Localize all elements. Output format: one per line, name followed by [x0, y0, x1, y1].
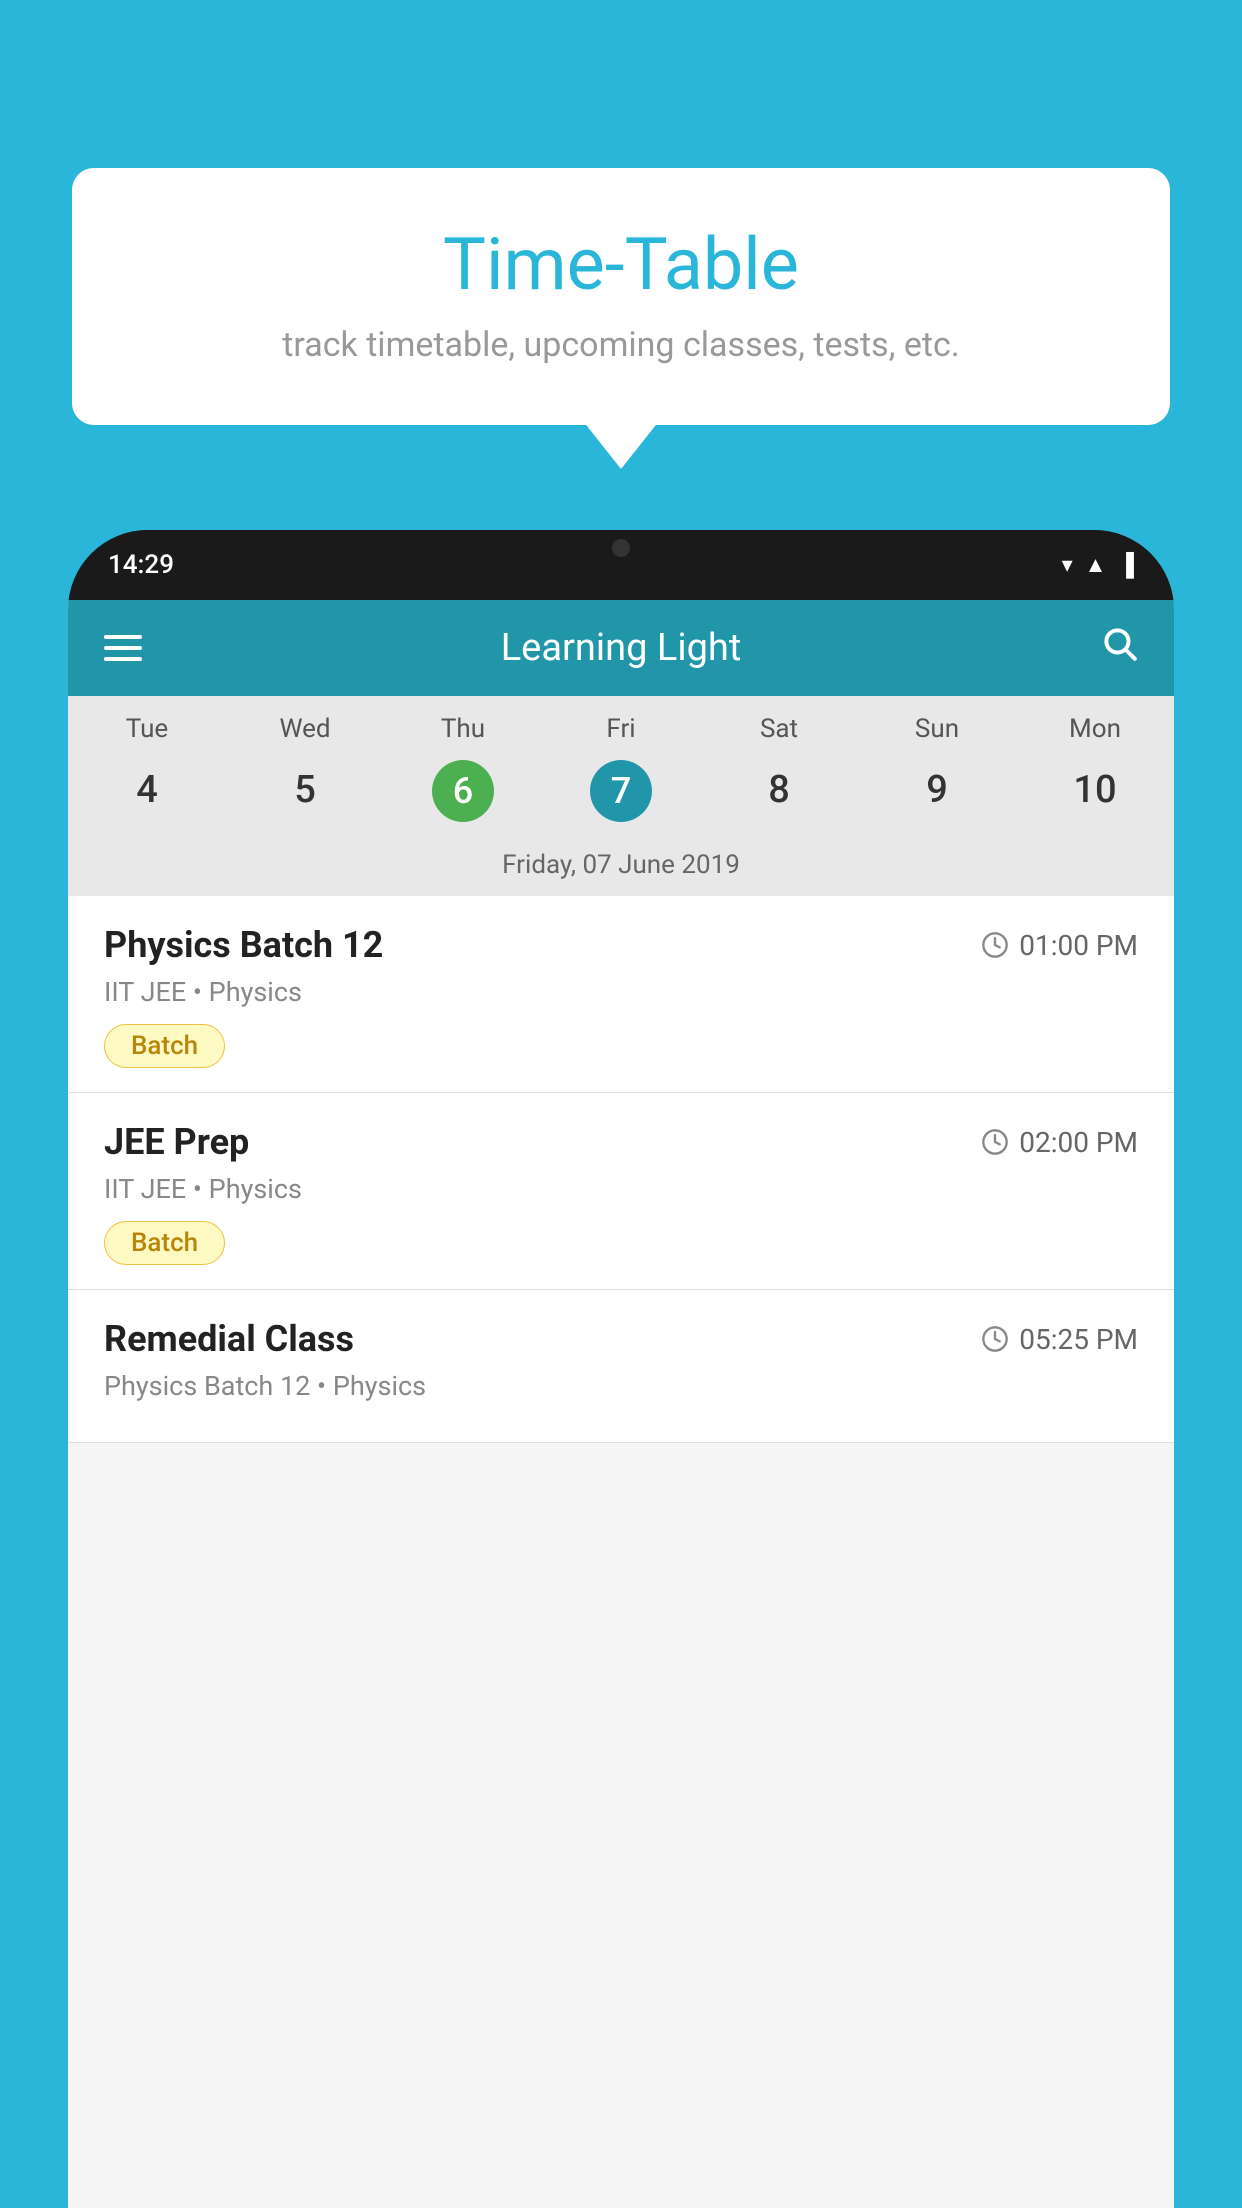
clock-icon-2: [981, 1128, 1009, 1156]
class-name-1: Physics Batch 12: [104, 924, 383, 966]
hamburger-menu-button[interactable]: [104, 635, 142, 661]
date-7-selected[interactable]: 7: [590, 760, 652, 822]
date-6-today[interactable]: 6: [432, 760, 494, 822]
day-headers: Tue Wed Thu Fri Sat Sun Mon: [68, 696, 1174, 752]
wifi-icon: ▾: [1062, 553, 1073, 578]
status-time: 14:29: [108, 550, 174, 580]
phone-frame: 14:29 ▾ ▲ ▐ Learning Light: [68, 530, 1174, 2208]
status-icons: ▾ ▲ ▐: [1062, 552, 1134, 578]
batch-badge-1: Batch: [104, 1024, 225, 1068]
class-time-1: 01:00 PM: [981, 929, 1138, 962]
class-name-2: JEE Prep: [104, 1121, 249, 1163]
date-5[interactable]: 5: [226, 760, 384, 822]
app-title: Learning Light: [501, 626, 742, 670]
date-10[interactable]: 10: [1016, 760, 1174, 822]
day-sat[interactable]: Sat: [700, 714, 858, 744]
calendar-strip: Tue Wed Thu Fri Sat Sun Mon 4 5 6 7 8 9 …: [68, 696, 1174, 896]
notch: [561, 530, 681, 566]
time-text-1: 01:00 PM: [1019, 929, 1138, 962]
date-4[interactable]: 4: [68, 760, 226, 822]
day-thu[interactable]: Thu: [384, 714, 542, 744]
day-mon[interactable]: Mon: [1016, 714, 1174, 744]
selected-date-label: Friday, 07 June 2019: [68, 840, 1174, 896]
class-meta-1: IIT JEE • Physics: [104, 976, 1138, 1008]
day-numbers: 4 5 6 7 8 9 10: [68, 752, 1174, 840]
schedule-item-3-header: Remedial Class 05:25 PM: [104, 1318, 1138, 1360]
bubble-title: Time-Table: [132, 222, 1110, 307]
schedule-item-1-header: Physics Batch 12 01:00 PM: [104, 924, 1138, 966]
batch-badge-2: Batch: [104, 1221, 225, 1265]
battery-icon: ▐: [1118, 552, 1134, 578]
app-header: Learning Light: [68, 600, 1174, 696]
schedule-item-2-header: JEE Prep 02:00 PM: [104, 1121, 1138, 1163]
search-button[interactable]: [1100, 624, 1138, 672]
day-tue[interactable]: Tue: [68, 714, 226, 744]
class-meta-3: Physics Batch 12 • Physics: [104, 1370, 1138, 1402]
camera-dot: [612, 539, 630, 557]
day-sun[interactable]: Sun: [858, 714, 1016, 744]
class-time-3: 05:25 PM: [981, 1323, 1138, 1356]
class-time-2: 02:00 PM: [981, 1126, 1138, 1159]
signal-icon: ▲: [1085, 552, 1107, 578]
date-8[interactable]: 8: [700, 760, 858, 822]
status-bar: 14:29 ▾ ▲ ▐: [68, 530, 1174, 600]
app-screen: Learning Light Tue Wed Thu Fri Sat Sun M…: [68, 600, 1174, 2208]
schedule-list: Physics Batch 12 01:00 PM IIT JEE • Phys…: [68, 896, 1174, 1443]
schedule-item-1[interactable]: Physics Batch 12 01:00 PM IIT JEE • Phys…: [68, 896, 1174, 1093]
class-name-3: Remedial Class: [104, 1318, 354, 1360]
day-wed[interactable]: Wed: [226, 714, 384, 744]
date-9[interactable]: 9: [858, 760, 1016, 822]
class-meta-2: IIT JEE • Physics: [104, 1173, 1138, 1205]
clock-icon-1: [981, 931, 1009, 959]
schedule-item-2[interactable]: JEE Prep 02:00 PM IIT JEE • Physics Batc…: [68, 1093, 1174, 1290]
day-fri[interactable]: Fri: [542, 714, 700, 744]
time-text-3: 05:25 PM: [1019, 1323, 1138, 1356]
time-text-2: 02:00 PM: [1019, 1126, 1138, 1159]
schedule-item-3[interactable]: Remedial Class 05:25 PM Physics Batch 12…: [68, 1290, 1174, 1443]
bubble-subtitle: track timetable, upcoming classes, tests…: [132, 325, 1110, 365]
clock-icon-3: [981, 1325, 1009, 1353]
speech-bubble: Time-Table track timetable, upcoming cla…: [72, 168, 1170, 425]
